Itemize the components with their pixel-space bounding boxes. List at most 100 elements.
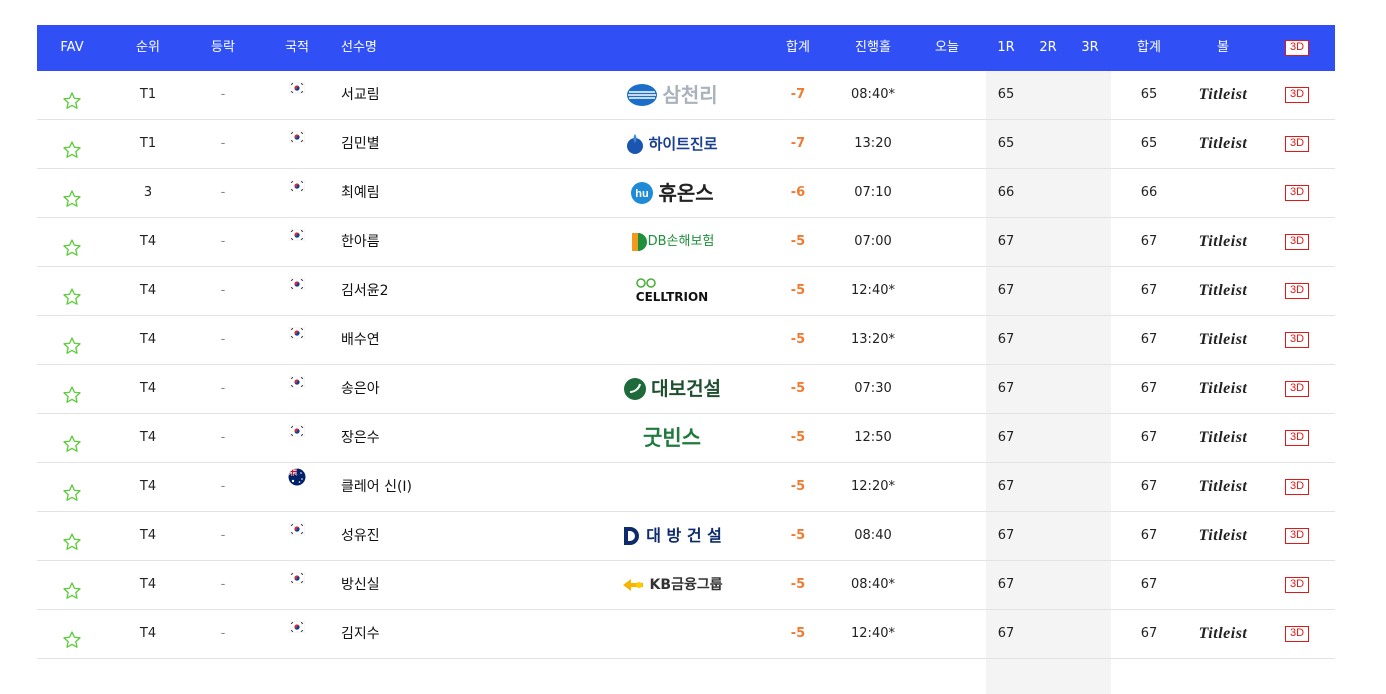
today-cell — [912, 610, 982, 658]
huons-logo-icon: hu — [630, 169, 654, 217]
header-today: 오늘 — [935, 40, 959, 55]
3d-button[interactable]: 3D — [1284, 380, 1310, 397]
favorite-cell[interactable] — [37, 610, 107, 658]
star-icon[interactable] — [62, 133, 82, 158]
3d-button[interactable]: 3D — [1284, 576, 1310, 593]
player-name[interactable]: 김서윤2 — [341, 267, 501, 315]
player-name[interactable]: 방신실 — [341, 561, 501, 609]
3d-cell[interactable]: 3D — [1262, 610, 1332, 658]
header-player-name[interactable]: 선수명 — [341, 25, 501, 71]
favorite-cell[interactable] — [37, 512, 107, 560]
round-1-score: 67 — [997, 626, 1015, 641]
rank-cell: T4 — [139, 479, 157, 494]
star-icon[interactable] — [62, 182, 82, 207]
table-row[interactable]: T4 - 한아름 DB손해보험 -5 07:00 67 67 Titleist … — [37, 218, 1335, 267]
table-row[interactable]: T4 - 클레어 신(I) -5 12:20* 67 67 Titleist 3… — [37, 463, 1335, 512]
thru-cell: 12:20* — [851, 479, 895, 494]
sponsor-logo: 삼천리 — [597, 71, 747, 119]
daebang-logo-icon — [622, 512, 642, 560]
table-row[interactable]: T4 - 김지수 -5 12:40* 67 67 Titleist 3D — [37, 610, 1335, 659]
3d-cell[interactable]: 3D — [1262, 561, 1332, 609]
favorite-cell[interactable] — [37, 267, 107, 315]
favorite-cell[interactable] — [37, 463, 107, 511]
table-row[interactable]: T4 - 배수연 -5 13:20* 67 67 Titleist 3D — [37, 316, 1335, 365]
rank-cell: T1 — [139, 136, 157, 151]
favorite-cell[interactable] — [37, 120, 107, 168]
3d-cell[interactable]: 3D — [1262, 218, 1332, 266]
today-cell — [912, 169, 982, 217]
round-1-score: 67 — [997, 528, 1015, 543]
3d-cell[interactable]: 3D — [1262, 267, 1332, 315]
3d-button[interactable]: 3D — [1284, 625, 1310, 642]
table-row[interactable]: T1 - 서교림 삼천리 -7 08:40* 65 65 Titleist 3D — [37, 71, 1335, 120]
3d-cell[interactable]: 3D — [1262, 463, 1332, 511]
round-2-score — [1029, 218, 1067, 266]
star-icon[interactable] — [62, 280, 82, 305]
header-3d[interactable]: 3D — [1262, 25, 1332, 71]
favorite-cell[interactable] — [37, 414, 107, 462]
3d-button[interactable]: 3D — [1284, 135, 1310, 152]
star-icon[interactable] — [62, 574, 82, 599]
3d-cell[interactable]: 3D — [1262, 512, 1332, 560]
3d-cell[interactable]: 3D — [1262, 120, 1332, 168]
table-row[interactable]: T4 - 방신실 KB금융그룹 -5 08:40* 67 67 3D — [37, 561, 1335, 610]
favorite-cell[interactable] — [37, 365, 107, 413]
move-cell: - — [220, 136, 226, 151]
3d-button[interactable]: 3D — [1284, 331, 1310, 348]
player-name[interactable]: 한아름 — [341, 218, 501, 266]
3d-cell[interactable]: 3D — [1262, 71, 1332, 119]
star-icon[interactable] — [62, 623, 82, 648]
table-row[interactable]: T1 - 김민별 하이트진로 -7 13:20 65 65 Titleist 3… — [37, 120, 1335, 169]
star-icon[interactable] — [62, 329, 82, 354]
sponsor-text: 대 방 건 설 — [646, 526, 722, 545]
favorite-cell[interactable] — [37, 316, 107, 364]
header-total[interactable]: 합계 — [762, 25, 834, 71]
star-icon[interactable] — [62, 231, 82, 256]
table-row[interactable]: T4 - 김서윤2 CELLTRION -5 12:40* 67 67 Titl… — [37, 267, 1335, 316]
player-name[interactable]: 김지수 — [341, 610, 501, 658]
3d-cell[interactable]: 3D — [1262, 169, 1332, 217]
favorite-cell[interactable] — [37, 218, 107, 266]
table-row[interactable]: 3 - 최예림 hu 휴온스 -6 07:10 66 66 3D — [37, 169, 1335, 218]
player-name[interactable]: 서교림 — [341, 71, 501, 119]
star-icon[interactable] — [62, 427, 82, 452]
table-row[interactable]: T4 - 장은수 굿빈스 -5 12:50 67 67 Titleist 3D — [37, 414, 1335, 463]
sponsor-text: 삼천리 — [662, 83, 718, 107]
header-3d-button[interactable]: 3D — [1284, 39, 1310, 56]
3d-cell[interactable]: 3D — [1262, 316, 1332, 364]
3d-cell[interactable]: 3D — [1262, 414, 1332, 462]
table-row[interactable]: T4 - 송은아 대보건설 -5 07:30 67 67 Titleist 3D — [37, 365, 1335, 414]
3d-button[interactable]: 3D — [1284, 429, 1310, 446]
svg-text:hu: hu — [636, 188, 649, 200]
player-name[interactable]: 장은수 — [341, 414, 501, 462]
player-name[interactable]: 송은아 — [341, 365, 501, 413]
round-1-score: 67 — [997, 479, 1015, 494]
player-name[interactable]: 클레어 신(I) — [341, 463, 501, 511]
3d-button[interactable]: 3D — [1284, 282, 1310, 299]
nationality-cell — [263, 267, 331, 315]
3d-button[interactable]: 3D — [1284, 184, 1310, 201]
sponsor-logo: KB금융그룹 — [597, 561, 747, 609]
player-name[interactable]: 성유진 — [341, 512, 501, 560]
star-icon[interactable] — [62, 476, 82, 501]
3d-button[interactable]: 3D — [1284, 233, 1310, 250]
star-icon[interactable] — [62, 84, 82, 109]
3d-button[interactable]: 3D — [1284, 86, 1310, 103]
player-name[interactable]: 배수연 — [341, 316, 501, 364]
star-icon[interactable] — [62, 378, 82, 403]
ball-brand: Titleist — [1187, 218, 1259, 266]
3d-button[interactable]: 3D — [1284, 478, 1310, 495]
favorite-cell[interactable] — [37, 561, 107, 609]
player-name[interactable]: 김민별 — [341, 120, 501, 168]
thru-cell: 07:10 — [854, 185, 892, 200]
today-cell — [912, 463, 982, 511]
nationality-cell — [263, 365, 331, 413]
table-row[interactable]: T4 - 성유진 대 방 건 설 -5 08:40 67 67 Titleist… — [37, 512, 1335, 561]
star-icon[interactable] — [62, 525, 82, 550]
player-name[interactable]: 최예림 — [341, 169, 501, 217]
favorite-cell[interactable] — [37, 169, 107, 217]
3d-button[interactable]: 3D — [1284, 527, 1310, 544]
favorite-cell[interactable] — [37, 71, 107, 119]
header-rank[interactable]: 순위 — [114, 25, 182, 71]
3d-cell[interactable]: 3D — [1262, 365, 1332, 413]
